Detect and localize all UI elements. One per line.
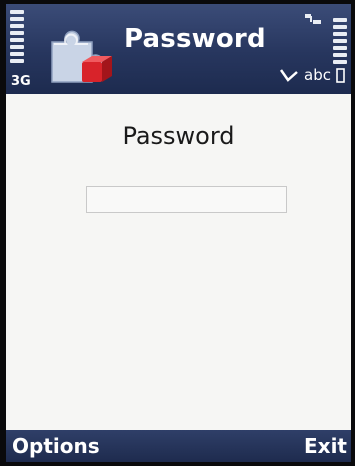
input-mode-indicator: abc: [279, 66, 345, 84]
softkey-bar: Options Exit: [6, 430, 351, 462]
battery-level-icon: [333, 18, 347, 67]
pen-input-icon: [280, 69, 298, 82]
exit-button[interactable]: Exit: [304, 434, 347, 458]
phone-screen: 3G Password abc Password Options Exit: [6, 4, 351, 462]
title-bar: 3G Password abc: [6, 4, 351, 94]
input-mode-label: abc: [304, 66, 331, 84]
main-content: Password: [6, 94, 351, 434]
options-button[interactable]: Options: [12, 434, 100, 458]
network-type-label: 3G: [11, 74, 31, 89]
text-cursor-icon: [336, 67, 345, 83]
password-prompt-label: Password: [122, 122, 235, 150]
password-field[interactable]: [86, 186, 287, 213]
page-title: Password: [124, 24, 266, 54]
puzzle-piece-icon: [51, 30, 112, 83]
data-connection-icon: [305, 14, 321, 24]
signal-strength-icon: [10, 10, 24, 66]
